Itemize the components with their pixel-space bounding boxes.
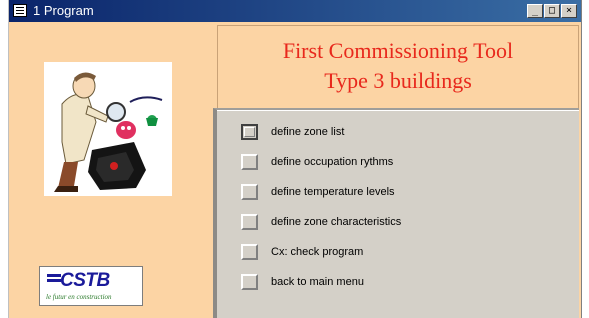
app-subtitle: Type 3 buildings	[324, 68, 472, 93]
back-to-main-menu-button[interactable]	[241, 274, 258, 290]
define-temperature-levels-button[interactable]	[241, 184, 258, 200]
define-occupation-rythms-button[interactable]	[241, 154, 258, 170]
logo-slogan: le futur en construction	[46, 293, 112, 301]
check-program-button[interactable]	[241, 244, 258, 260]
define-occupation-rythms-label: define occupation rythms	[271, 156, 394, 168]
title-bar[interactable]: 1 Program _ □ ×	[9, 0, 581, 22]
logo-bars-icon	[47, 274, 61, 286]
app-title: First Commissioning Tool	[282, 38, 514, 63]
menu-panel: define zone list define occupation rythm…	[213, 108, 579, 318]
close-button[interactable]: ×	[561, 4, 577, 18]
back-to-main-menu-label: back to main menu	[271, 276, 364, 288]
form-icon	[13, 4, 27, 17]
minimize-button[interactable]: _	[527, 4, 543, 18]
window-title: 1 Program	[33, 3, 94, 18]
desktop-edge	[0, 0, 8, 318]
cstb-logo: CSTB le futur en construction	[39, 266, 143, 306]
define-temperature-levels-label: define temperature levels	[271, 186, 395, 198]
header-panel: First Commissioning Tool Type 3 building…	[217, 25, 579, 110]
inspector-illustration	[44, 62, 172, 196]
program-window: 1 Program _ □ × First Commissioning Tool…	[8, 0, 582, 318]
maximize-button[interactable]: □	[544, 4, 560, 18]
define-zone-characteristics-button[interactable]	[241, 214, 258, 230]
check-program-label: Cx: check program	[271, 246, 364, 258]
define-zone-list-label: define zone list	[271, 126, 345, 138]
define-zone-characteristics-label: define zone characteristics	[271, 216, 402, 228]
logo-text: CSTB	[60, 270, 110, 291]
define-zone-list-button[interactable]	[241, 124, 258, 140]
